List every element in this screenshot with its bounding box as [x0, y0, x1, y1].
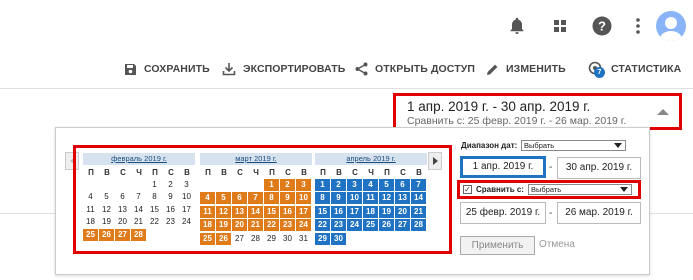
share-button[interactable]: ОТКРЫТЬ ДОСТУП [355, 60, 475, 78]
save-button[interactable]: СОХРАНИТЬ [124, 60, 210, 78]
export-label: ЭКСПОРТИРОВАТЬ [243, 63, 346, 75]
date-range-label: Диапазон дат: [461, 141, 518, 150]
save-label: СОХРАНИТЬ [144, 63, 210, 75]
dropdown-arrow-icon [614, 143, 622, 148]
dropdown-arrow-icon [620, 187, 628, 192]
date-range-summary[interactable]: 1 апр. 2019 г. - 30 апр. 2019 г. Сравнит… [393, 93, 682, 130]
compare-checkbox[interactable]: ✓ [463, 185, 472, 194]
download-icon [222, 63, 236, 76]
apply-button[interactable]: Применить [460, 236, 535, 255]
help-icon[interactable]: ? [588, 12, 616, 40]
compare-end-input[interactable]: 26 мар. 2019 г. [557, 202, 641, 224]
start-date-input[interactable]: 1 апр. 2019 г. [460, 156, 546, 178]
background-divider [650, 213, 693, 214]
avatar[interactable] [656, 11, 686, 41]
date-range-select[interactable]: Выбрать [521, 140, 626, 151]
insights-label: СТАТИСТИКА [611, 63, 682, 75]
background-divider [0, 213, 56, 214]
compare-range-dash: - [549, 208, 553, 219]
share-icon [355, 62, 368, 76]
compare-range-text: Сравнить с: 25 февр. 2019 г. - 26 мар. 2… [407, 115, 627, 127]
insights-badge: 7 [594, 67, 605, 78]
bell-icon[interactable] [503, 12, 531, 40]
range-dash: - [549, 162, 553, 173]
calendar-highlight-frame [73, 145, 452, 254]
apps-grid-icon[interactable] [546, 12, 574, 40]
save-icon [125, 63, 136, 75]
top-bar: ? [0, 11, 693, 42]
date-range-text: 1 апр. 2019 г. - 30 апр. 2019 г. [407, 99, 591, 114]
toolbar-divider [0, 88, 693, 89]
svg-text:?: ? [598, 19, 606, 34]
end-date-input[interactable]: 30 апр. 2019 г. [557, 157, 641, 179]
edit-label: ИЗМЕНИТЬ [506, 63, 566, 75]
share-label: ОТКРЫТЬ ДОСТУП [375, 63, 476, 75]
pencil-icon [487, 64, 498, 75]
cancel-link[interactable]: Отмена [539, 239, 575, 250]
insights-button[interactable]: 7 СТАТИСТИКА [588, 60, 681, 78]
edit-button[interactable]: ИЗМЕНИТЬ [486, 60, 566, 78]
report-toolbar: СОХРАНИТЬ ЭКСПОРТИРОВАТЬ ОТКРЫТЬ ДОСТУП … [0, 60, 693, 78]
compare-select[interactable]: Выбрать [528, 184, 632, 195]
compare-start-input[interactable]: 25 февр. 2019 г. [460, 202, 546, 224]
collapse-arrow-icon[interactable] [657, 109, 669, 115]
insights-icon: 7 [588, 61, 605, 78]
compare-label: Сравнить с: [476, 185, 524, 194]
more-vert-icon[interactable] [624, 12, 652, 40]
export-button[interactable]: ЭКСПОРТИРОВАТЬ [222, 60, 345, 78]
date-range-select-value: Выбрать [524, 141, 555, 150]
compare-select-value: Выбрать [531, 185, 562, 194]
